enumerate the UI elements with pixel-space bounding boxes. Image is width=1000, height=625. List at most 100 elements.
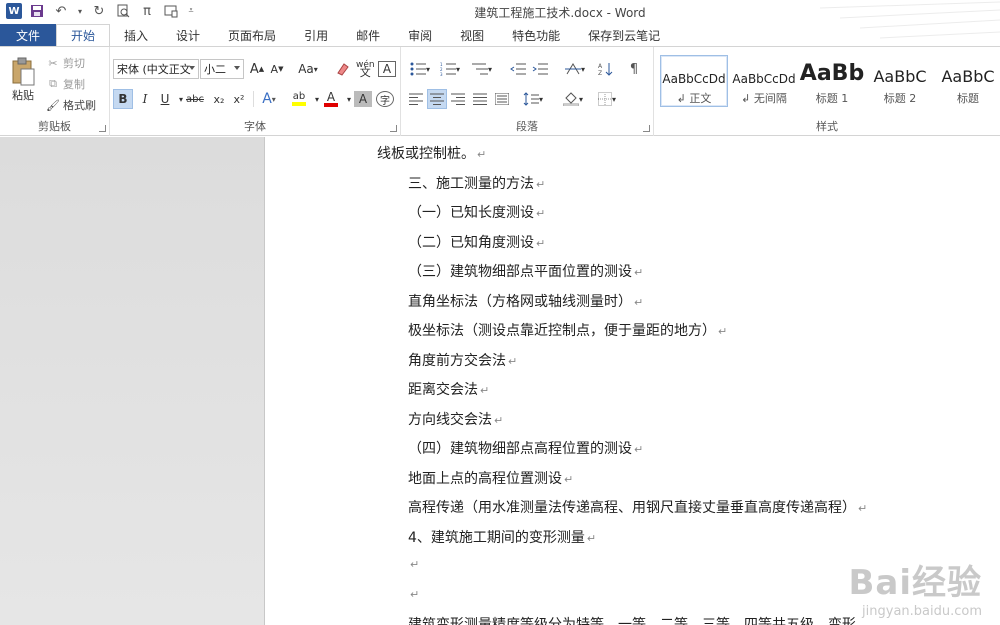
doc-line[interactable]: 距离交会法 ↵ [408,379,489,399]
clipboard-group: 粘贴 ✂ 剪切 ⧉ 复制 🖌 格式刷 剪贴板 [0,47,110,136]
font-color-button[interactable]: A [322,89,340,109]
doc-line[interactable]: 线板或控制桩。 ↵ [377,143,486,163]
svg-text:3: 3 [440,72,443,76]
paragraph-mark: ↵ [494,414,504,427]
align-right-icon[interactable] [449,89,467,109]
bullets-icon [410,62,426,76]
numbering-button[interactable]: 1 2 3 ▾ [437,59,463,79]
brush-icon: 🖌 [46,98,60,112]
align-center-icon[interactable] [427,89,447,109]
line-spacing-button[interactable]: ▾ [519,89,547,109]
tab-mailings[interactable]: 邮件 [342,24,394,46]
copy-button[interactable]: ⧉ 复制 [46,76,85,92]
doc-line[interactable]: 地面上点的高程位置测设 ↵ [408,468,573,488]
shrink-font-button[interactable]: A ▼ [268,59,286,79]
grow-font-button[interactable]: A ▲ [248,59,266,79]
tab-file[interactable]: 文件 [0,24,56,46]
tab-references[interactable]: 引用 [290,24,342,46]
multilevel-list-button[interactable]: ▾ [469,59,495,79]
phonetic-guide-button[interactable]: wén 文 [356,59,375,79]
doc-line[interactable]: （一）已知长度测设 ↵ [408,202,545,222]
clear-formatting-icon[interactable] [334,59,352,79]
bold-button[interactable]: B [113,89,133,109]
scissors-icon: ✂ [48,56,58,70]
doc-line[interactable]: 4、建筑施工期间的变形测量 ↵ [408,527,596,547]
highlight-button[interactable]: ab [290,89,308,109]
doc-line[interactable]: （二）已知角度测设 ↵ [408,232,545,252]
chevron-down-icon [189,66,195,70]
tab-view[interactable]: 视图 [446,24,498,46]
style-no-spacing[interactable]: AaBbCcDd ↲ 无间隔 [730,55,798,107]
style-preview: AaBbCcDd [732,72,796,86]
doc-line[interactable]: 极坐标法（测设点靠近控制点，便于量距的地方） ↵ [408,320,727,340]
increase-indent-icon[interactable] [531,59,549,79]
sort-icon[interactable]: AZ [597,59,615,79]
tab-save-to-cloud-notes[interactable]: 保存到云笔记 [574,24,674,46]
doc-line[interactable]: ↵ [408,586,419,602]
italic-button[interactable]: I [136,89,154,109]
paragraph-launcher-icon[interactable] [643,125,650,132]
doc-line[interactable]: 建筑变形测量精度等级分为特等、一等、二等、三等、四等共五级，变形 [408,614,856,625]
numbering-icon: 123 [440,62,456,76]
enclose-characters-button[interactable]: 字 [376,91,394,107]
align-left-icon[interactable] [407,89,425,109]
tab-home[interactable]: 开始 [56,24,111,46]
font-launcher-icon[interactable] [390,125,397,132]
character-border-button[interactable]: A [378,61,396,77]
superscript-button[interactable]: x² [230,89,248,109]
document-page[interactable]: 线板或控制桩。 ↵ 三、施工测量的方法 ↵ （一）已知长度测设 ↵ （二）已知角度测设… [264,137,1000,625]
tab-insert[interactable]: 插入 [110,24,162,46]
tab-review[interactable]: 审阅 [394,24,446,46]
borders-icon [597,92,612,106]
strikethrough-button[interactable]: abc [186,89,204,109]
borders-button[interactable]: ▾ [593,89,621,109]
distributed-icon[interactable] [493,89,511,109]
style-heading-1[interactable]: AaBb 标题 1 [798,55,866,107]
chevron-down-icon [234,66,240,70]
paragraph-mark: ↵ [634,443,644,456]
doc-line[interactable]: 角度前方交会法 ↵ [408,350,517,370]
tab-special-features[interactable]: 特色功能 [498,24,574,46]
multilevel-list-icon [471,63,488,75]
svg-text:A: A [598,63,603,70]
paragraph-mark: ↵ [508,355,518,368]
justify-icon[interactable] [471,89,489,109]
font-name-value: 宋体 (中文正文 [117,63,191,76]
format-painter-button[interactable]: 🖌 格式刷 [46,97,96,113]
doc-line[interactable]: （四）建筑物细部点高程位置的测设 ↵ [408,438,643,458]
paste-button[interactable]: 粘贴 [6,53,40,107]
copy-label: 复制 [63,78,85,91]
text-effects-button[interactable]: A ▾ [260,89,278,109]
style-title[interactable]: AaBbC 标题 [934,55,1000,107]
style-preview: AaBbC [941,67,995,86]
tab-page-layout[interactable]: 页面布局 [214,24,290,46]
style-name: ↲ 无间隔 [741,92,787,105]
change-case-button[interactable]: Aa ▾ [294,59,322,79]
ribbon-tabs: 文件 开始 插入 设计 页面布局 引用 邮件 审阅 视图 特色功能 保存到云笔记 [0,24,1000,46]
tab-design[interactable]: 设计 [162,24,214,46]
style-heading-2[interactable]: AaBbC 标题 2 [866,55,934,107]
font-size-combo[interactable]: 小二 [200,59,244,79]
doc-line[interactable]: 三、施工测量的方法 ↵ [408,173,545,193]
doc-line[interactable]: ↵ [408,556,419,572]
doc-line[interactable]: （三）建筑物细部点平面位置的测设 ↵ [408,261,643,281]
show-hide-marks-icon[interactable]: ¶ [625,59,643,79]
doc-line[interactable]: 方向线交会法 ↵ [408,409,503,429]
cut-button[interactable]: ✂ 剪切 [46,55,85,71]
window-title: 建筑工程施工技术.docx - Word [474,6,646,20]
separator [253,91,254,107]
style-name: 标题 1 [815,92,849,105]
clipboard-launcher-icon[interactable] [99,125,106,132]
subscript-button[interactable]: x₂ [210,89,228,109]
decrease-indent-icon[interactable] [509,59,527,79]
text-effects-label: A [262,91,272,107]
doc-line[interactable]: 直角坐标法（方格网或轴线测量时） ↵ [408,291,643,311]
chinese-layout-button[interactable]: ▾ [561,59,589,79]
font-name-combo[interactable]: 宋体 (中文正文 [113,59,199,79]
doc-line[interactable]: 高程传递（用水准测量法传递高程、用钢尺直接丈量垂直高度传递高程） ↵ [408,497,867,517]
paragraph-mark: ↵ [634,296,644,309]
style-normal[interactable]: AaBbCcDd ↲ 正文 [660,55,728,107]
shading-button[interactable]: ▾ [559,89,587,109]
character-shading-button[interactable]: A [354,91,372,107]
bullets-button[interactable]: ▾ [407,59,433,79]
